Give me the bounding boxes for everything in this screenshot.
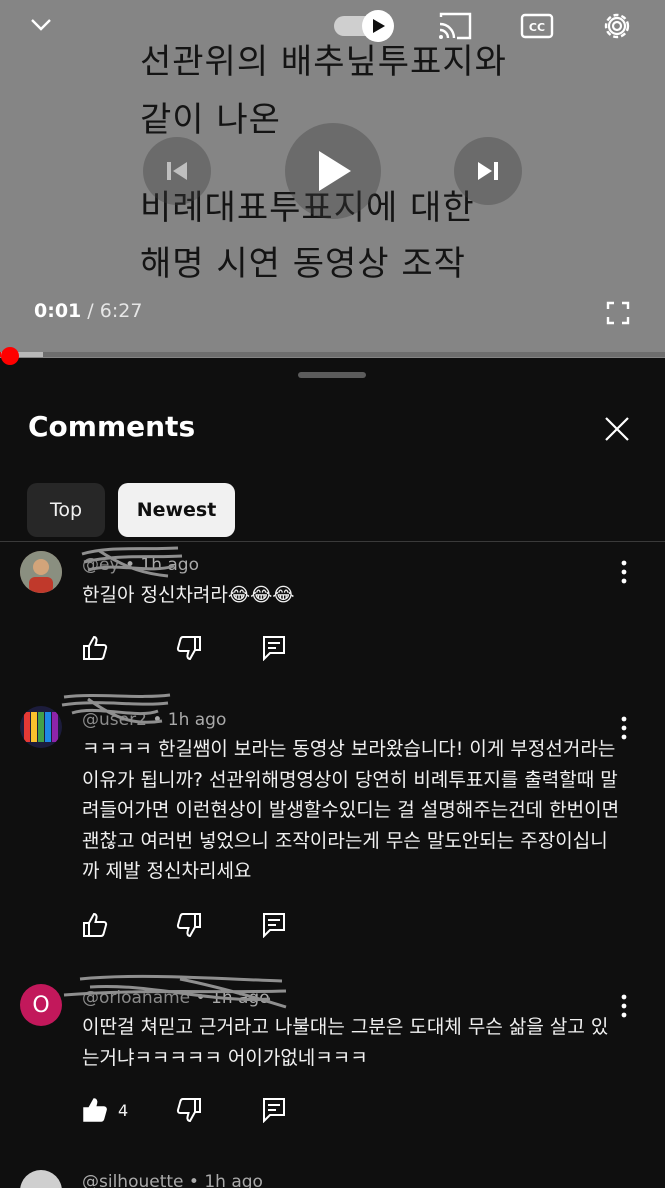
autoplay-toggle[interactable] xyxy=(332,10,396,42)
comment-text: 한길아 정신차려라😂😂😂 xyxy=(82,584,295,606)
thumbs-up-icon xyxy=(83,635,108,660)
like-button[interactable]: 4 xyxy=(82,1093,128,1127)
play-icon xyxy=(319,151,351,191)
reply-button[interactable] xyxy=(262,631,286,665)
progress-bar[interactable] xyxy=(0,352,665,357)
divider xyxy=(0,541,665,542)
play-button[interactable] xyxy=(285,123,381,219)
thumbs-down-icon xyxy=(176,1098,201,1123)
dislike-button[interactable] xyxy=(176,631,202,665)
next-button[interactable] xyxy=(454,137,522,205)
dislike-button[interactable] xyxy=(176,908,202,942)
more-vertical-icon[interactable] xyxy=(612,991,636,1021)
video-caption-line: 같이 나온 xyxy=(140,100,281,140)
current-time: 0:01 xyxy=(34,300,82,322)
reply-icon xyxy=(263,1098,285,1123)
like-button[interactable] xyxy=(82,908,118,942)
cast-icon[interactable] xyxy=(436,10,474,42)
like-count: 4 xyxy=(118,1100,129,1120)
more-vertical-icon[interactable] xyxy=(612,713,636,743)
sort-chip-top[interactable]: Top xyxy=(27,483,105,537)
reply-icon xyxy=(263,636,285,661)
video-player[interactable]: 선관위의 배추닢투표지와 같이 나온 비례대표투표지에 대한 해명 시연 동영상… xyxy=(0,0,665,358)
reply-button[interactable] xyxy=(262,1093,286,1127)
thumbs-down-icon xyxy=(176,636,201,661)
comment-text: 이딴걸 쳐믿고 근거라고 나불대는 그분은 도대체 무슨 삶을 살고 있는거냐ㅋ… xyxy=(82,1016,609,1069)
close-icon[interactable] xyxy=(598,410,636,448)
avatar[interactable] xyxy=(20,1170,62,1188)
reply-icon xyxy=(263,913,285,938)
avatar[interactable]: O xyxy=(20,984,62,1026)
comment-text: ㅋㅋㅋㅋ 한길쌤이 보라는 동영상 보라왔습니다! 이게 부정선거라는 이유가 … xyxy=(82,738,620,882)
previous-button[interactable] xyxy=(143,137,211,205)
sheet-drag-handle[interactable] xyxy=(298,372,366,378)
author-handle[interactable]: @silhouette xyxy=(82,1172,184,1188)
video-caption-line: 해명 시연 동영상 조작 xyxy=(140,244,466,284)
gear-icon[interactable] xyxy=(598,8,636,44)
like-button[interactable] xyxy=(82,631,118,665)
comment-meta: @silhouette • 1h ago xyxy=(82,1172,263,1188)
redaction-scribble xyxy=(81,546,183,578)
thumbs-up-icon xyxy=(83,912,108,937)
avatar[interactable] xyxy=(20,551,62,593)
avatar[interactable] xyxy=(20,706,62,748)
sort-chip-newest[interactable]: Newest xyxy=(118,483,235,537)
progress-scrubber-handle[interactable] xyxy=(1,347,19,365)
redaction-scribble xyxy=(63,974,287,1009)
chevron-down-icon[interactable] xyxy=(22,8,60,40)
duration: 6:27 xyxy=(99,300,143,322)
svg-text:CC: CC xyxy=(529,21,545,34)
thumbs-up-icon xyxy=(83,1098,107,1122)
time-display: 0:01 / 6:27 xyxy=(34,300,142,322)
fullscreen-icon[interactable] xyxy=(602,298,634,328)
previous-icon xyxy=(167,162,187,180)
comment-time: 1h ago xyxy=(204,1172,263,1188)
redaction-scribble xyxy=(61,693,171,724)
dislike-button[interactable] xyxy=(176,1093,202,1127)
comment-item: @silhouette • 1h ago xyxy=(0,1168,665,1188)
reply-button[interactable] xyxy=(262,908,286,942)
captions-icon[interactable]: CC xyxy=(518,10,556,42)
thumbs-down-icon xyxy=(176,913,201,938)
next-icon xyxy=(478,162,498,180)
comments-title: Comments xyxy=(28,410,196,443)
more-vertical-icon[interactable] xyxy=(612,557,636,587)
time-separator: / xyxy=(81,300,100,322)
